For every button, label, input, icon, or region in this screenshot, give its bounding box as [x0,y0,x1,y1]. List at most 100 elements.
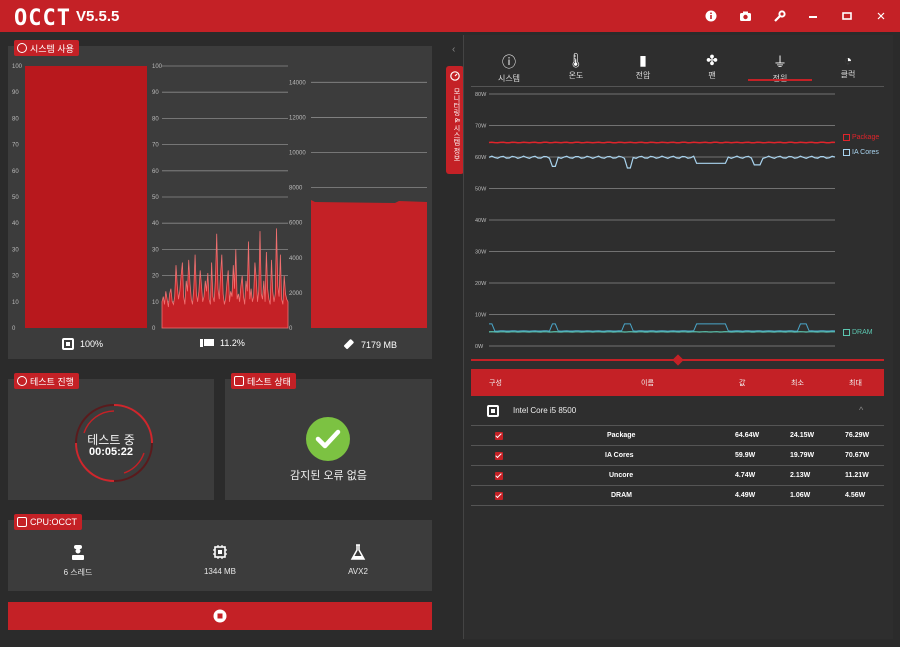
flask-icon [350,544,366,560]
wrench-icon[interactable] [768,5,790,27]
info-icon: ⓘ [502,54,516,70]
row-min: 19.79W [790,452,815,459]
no-errors-message: 감지된 오류 없음 [290,470,367,482]
power-tick-label: 80W [475,92,487,98]
threads-value: 6 스레드 [63,568,93,577]
gauge-icon: ◔ [843,52,853,68]
memory-usage-chart: 14000 12000 10000 8000 6000 4000 2000 0 [289,80,427,332]
row-checkbox[interactable] [495,472,503,480]
load-tick-label: 40 [152,221,159,227]
cpu-tick-label: 100 [12,64,23,70]
row-checkbox[interactable] [495,432,503,440]
test-progress-panel: 테스트 진행 테스트 중 00:05:22 [8,373,214,500]
row-name: Package [607,432,636,439]
legend-swatch [843,134,850,141]
row-max: 70.67W [845,452,870,459]
tab-system[interactable]: ⓘ 시스템 [479,52,539,84]
cpu-tick-label: 20 [12,274,19,280]
cpu-tick-label: 70 [12,143,19,149]
memory-tick-label: 2000 [289,291,303,297]
tab-fan-label: 팬 [708,71,716,80]
cpu-tick-label: 90 [12,90,19,96]
power-tick-label: 40W [475,218,487,224]
cpu-tick-label: 50 [12,195,19,201]
camera-icon[interactable] [734,5,756,27]
tab-temperature[interactable]: 🌡 온도 [546,52,606,81]
plug-icon: ⏚ [773,54,787,70]
stop-button[interactable] [8,602,432,630]
tab-temperature-label: 온도 [568,71,584,80]
active-tab-underline [748,79,812,81]
side-tab-label: 모니터링 & 시스템 정보 [453,88,460,162]
load-tick-label: 50 [152,195,159,201]
cpu-usage-value: 100% [80,339,104,349]
load-tick-label: 20 [152,274,159,280]
cpu-icon [487,405,499,417]
col-min: 최소 [791,380,804,387]
app-version: V5.5.5 [76,8,120,25]
thermometer-icon: 🌡 [567,52,585,68]
power-tick-label: 50W [475,187,487,193]
close-icon[interactable] [870,5,892,27]
cpu-tick-label: 0 [12,326,16,332]
expand-chevron-icon[interactable]: ^ [859,405,863,415]
memory-tick-label: 0 [289,326,293,332]
col-value: 값 [739,380,746,387]
monitoring-side-tab[interactable]: 모니터링 & 시스템 정보 [446,66,464,174]
info-icon[interactable] [700,5,722,27]
refresh-icon [17,43,27,53]
row-min: 2.13W [790,472,811,479]
cpu-tick-label: 60 [12,169,19,175]
tab-fan[interactable]: ✤ 팬 [682,52,742,81]
maximize-icon[interactable] [836,5,858,27]
stop-icon [213,609,227,623]
row-name: Uncore [609,472,634,479]
table-row[interactable]: Package 64.64W 24.15W 76.29W [471,426,884,446]
load-tick-label: 30 [152,247,159,253]
table-row[interactable]: IA Cores 59.9W 19.79W 70.67W [471,446,884,466]
legend-ia-cores-label: IA Cores [852,149,879,156]
tab-voltage[interactable]: ▮ 전압 [613,52,673,81]
legend-swatch [843,329,850,336]
cpu-usage-stat: 100% [62,338,103,350]
test-progress-title: 테스트 진행 [30,376,74,387]
clipboard-icon [234,376,244,386]
cpu-test-title: CPU:OCCT [30,517,77,527]
table-row[interactable]: Uncore 4.74W 2.13W 11.21W [471,466,884,486]
uncore-power-line [489,323,836,332]
tab-system-label: 시스템 [497,74,521,83]
minimize-icon[interactable] [802,5,824,27]
sensor-table-header: 구성 이름 값 최소 최대 [471,369,884,396]
test-state-panel: 테스트 상태 감지된 오류 없음 [225,373,432,500]
cpu-usage-chart: 1009080706050403020100 [12,64,147,332]
instruction-value: AVX2 [348,567,368,576]
package-power-line [488,141,836,144]
power-tick-label: 70W [475,124,487,130]
panel-tag: 테스트 상태 [231,373,296,389]
row-value: 4.74W [735,472,756,479]
row-checkbox[interactable] [495,452,503,460]
row-max: 11.21W [845,472,869,479]
load-tick-label: 90 [152,90,159,96]
cpu-load-value: 11.2% [220,338,245,348]
legend-swatch [843,149,850,156]
row-min: 24.15W [790,432,815,439]
table-row[interactable]: DRAM 4.49W 1.06W 4.56W [471,486,884,506]
cpu-tick-label: 30 [12,247,19,253]
power-tick-label: 0W [475,344,484,350]
tab-clock[interactable]: ◔ 클럭 [818,52,878,80]
collapse-chevron-icon[interactable]: ‹ [452,44,455,55]
memory-tick-label: 10000 [289,151,306,157]
load-tick-label: 60 [152,169,159,175]
battery-icon: ▮ [639,52,647,68]
device-group-row[interactable]: Intel Core i5 8500 ^ [471,396,884,426]
memory-item: 1344 MB [190,544,250,576]
cpu-icon [62,338,74,350]
legend-package-label: Package [852,134,880,141]
row-checkbox[interactable] [495,492,503,500]
device-name: Intel Core i5 8500 [513,406,577,415]
power-tick-label: 10W [475,313,487,319]
col-name: 이름 [641,380,654,387]
tabs-divider [471,86,884,87]
memory-tick-label: 4000 [289,256,303,262]
